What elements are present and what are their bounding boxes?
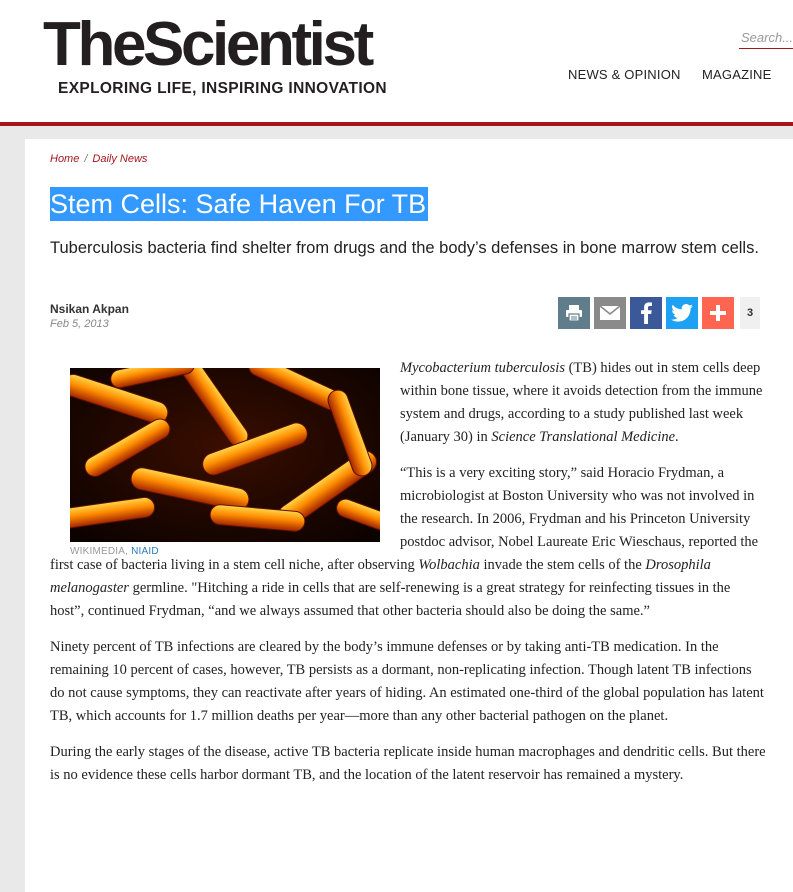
twitter-icon — [671, 304, 693, 322]
breadcrumb: Home / Daily News — [50, 153, 147, 165]
article-body: Mycobacterium tuberculosis (TB) hides ou… — [50, 357, 768, 800]
journal-name: Science Translational Medicine — [491, 429, 676, 445]
nav-news-opinion[interactable]: NEWS & OPINION — [568, 67, 681, 82]
paragraph-4: During the early stages of the disease, … — [50, 744, 766, 783]
paragraph-1-end: . — [675, 429, 679, 445]
paragraph-3: Ninety percent of TB infections are clea… — [50, 639, 764, 724]
article-subtitle: Tuberculosis bacteria find shelter from … — [50, 239, 759, 257]
share-bar: 3 — [558, 297, 760, 329]
plus-icon — [710, 305, 726, 321]
twitter-button[interactable] — [666, 297, 698, 329]
article-card: Home / Daily News Stem Cells: Safe Haven F… — [25, 139, 793, 892]
facebook-button[interactable] — [630, 297, 662, 329]
share-count: 3 — [740, 297, 760, 329]
paragraph-2-text-b: invade the stem cells of the — [479, 557, 646, 573]
search-input[interactable] — [739, 30, 793, 49]
site-header: TheScientist EXPLORING LIFE, INSPIRING I… — [0, 0, 793, 122]
breadcrumb-daily-news[interactable]: Daily News — [92, 153, 147, 165]
figure-spacer — [50, 357, 400, 537]
species-name: Mycobacterium tuberculosis — [400, 360, 565, 376]
print-button[interactable] — [558, 297, 590, 329]
header-divider — [0, 122, 793, 126]
wolbachia-name: Wolbachia — [418, 557, 480, 573]
logo-wordmark: TheScientist — [43, 10, 374, 79]
logo-tagline: EXPLORING LIFE, INSPIRING INNOVATION — [58, 80, 387, 97]
article-title: Stem Cells: Safe Haven For TB — [50, 187, 429, 221]
email-icon — [599, 305, 621, 320]
site-logo[interactable]: TheScientist EXPLORING LIFE, INSPIRING I… — [43, 14, 387, 98]
more-share-button[interactable] — [702, 297, 734, 329]
facebook-icon — [641, 302, 652, 324]
paragraph-2-text-c: germline. "Hitching a ride in cells that… — [50, 580, 731, 619]
email-button[interactable] — [594, 297, 626, 329]
breadcrumb-home[interactable]: Home — [50, 153, 79, 165]
print-icon — [566, 305, 582, 322]
author-name[interactable]: Nsikan Akpan — [50, 302, 129, 316]
publish-date: Feb 5, 2013 — [50, 318, 109, 330]
breadcrumb-separator: / — [84, 153, 88, 165]
nav-magazine[interactable]: MAGAZINE — [702, 67, 772, 82]
